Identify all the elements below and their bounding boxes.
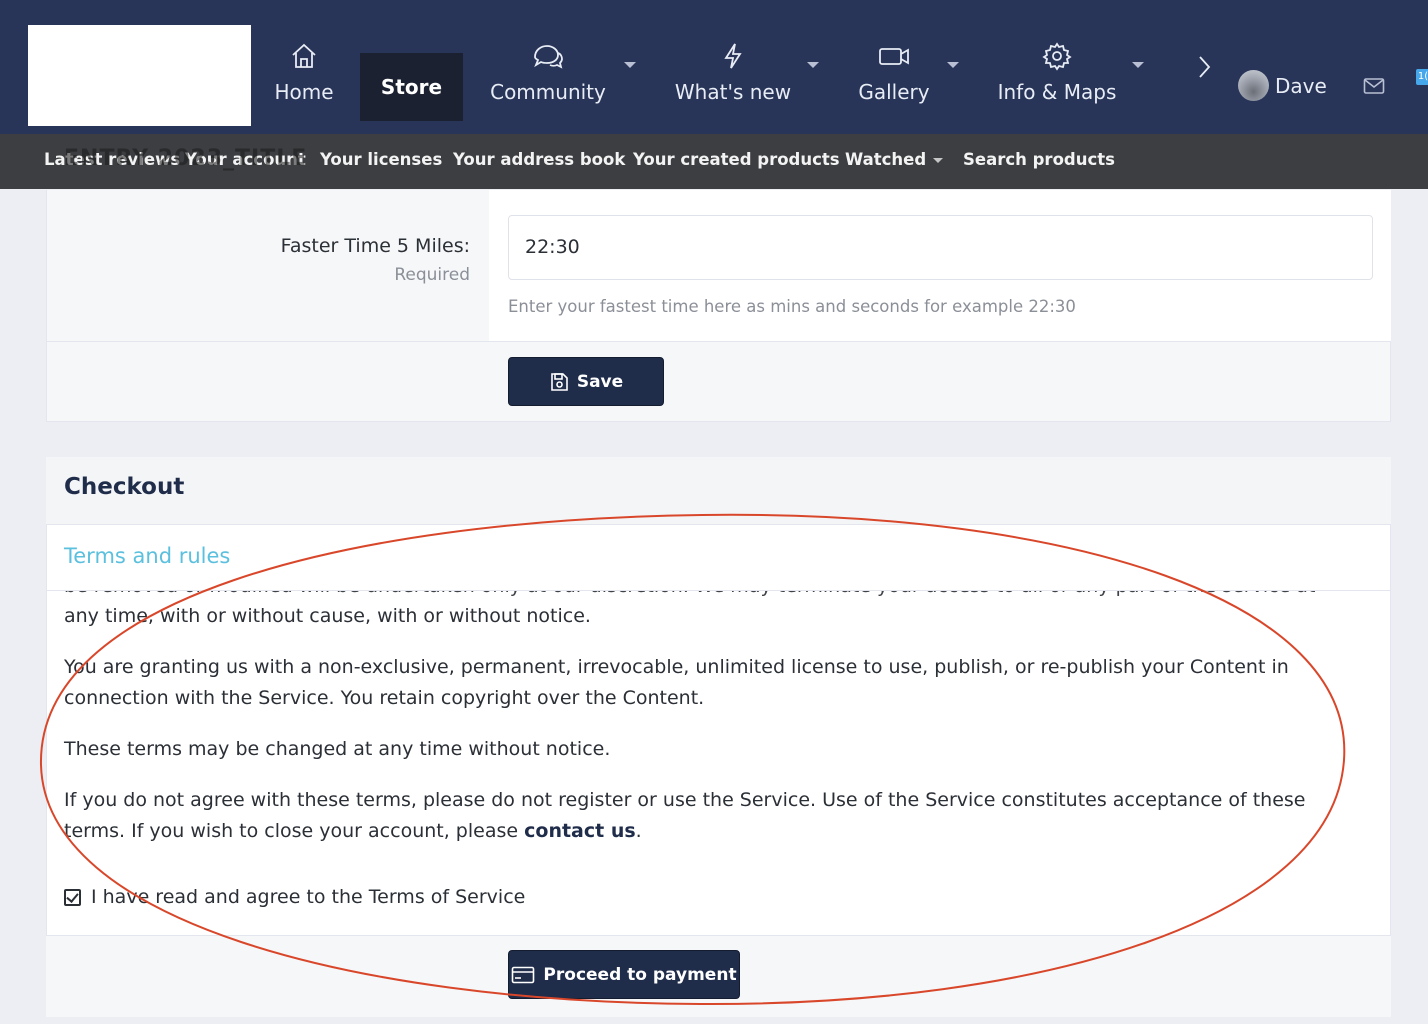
- save-button-label: Save: [576, 371, 624, 392]
- nav-home[interactable]: Home: [268, 25, 340, 121]
- home-icon: [292, 43, 316, 68]
- chevron-right-icon[interactable]: [1192, 52, 1216, 82]
- save-icon: [551, 372, 568, 391]
- nav-gallery-label: Gallery: [858, 80, 930, 104]
- nav-info-maps[interactable]: Info & Maps: [993, 25, 1121, 121]
- contact-us-link[interactable]: contact us: [524, 820, 636, 842]
- nav-community-label: Community: [490, 80, 606, 104]
- avatar: [1238, 70, 1269, 101]
- community-dropdown-caret-icon[interactable]: [624, 62, 636, 68]
- mail-icon[interactable]: [1363, 77, 1385, 95]
- nav-whats-new[interactable]: What's new: [670, 25, 796, 121]
- proceed-to-payment-label: Proceed to payment: [543, 964, 737, 985]
- subnav-your-created-products[interactable]: Your created products: [633, 150, 840, 169]
- gallery-dropdown-caret-icon[interactable]: [947, 62, 959, 68]
- site-logo[interactable]: [28, 25, 251, 126]
- agree-terms-label: I have read and agree to the Terms of Se…: [91, 886, 526, 908]
- top-navigation-bar: Home Store Community What's new Gallery …: [0, 0, 1428, 134]
- nav-gallery[interactable]: Gallery: [853, 25, 935, 121]
- nav-store[interactable]: Store: [360, 53, 463, 121]
- save-button[interactable]: Save: [508, 357, 664, 406]
- subnav-your-address-book[interactable]: Your address book: [453, 150, 625, 169]
- user-menu[interactable]: Dave: [1238, 70, 1327, 101]
- credit-card-icon: [512, 966, 535, 983]
- proceed-to-payment-button[interactable]: Proceed to payment: [508, 950, 740, 999]
- terms-paragraph-3: These terms may be changed at any time w…: [64, 738, 611, 760]
- field-label: Faster Time 5 Miles:: [280, 235, 470, 257]
- subnav-your-licenses[interactable]: Your licenses: [320, 150, 442, 169]
- obscured-page-title: ENTRY 2023_TITLE: [64, 146, 308, 171]
- chat-bubbles-icon: [534, 45, 563, 69]
- terms-paragraph-4: If you do not agree with these terms, pl…: [64, 785, 1344, 847]
- agree-terms-row[interactable]: I have read and agree to the Terms of Se…: [64, 886, 525, 908]
- lightning-icon: [724, 43, 742, 69]
- nav-community[interactable]: Community: [483, 25, 613, 121]
- subnav-search-products[interactable]: Search products: [963, 150, 1115, 169]
- fastest-time-input[interactable]: 22:30: [508, 215, 1373, 280]
- field-hint: Enter your fastest time here as mins and…: [508, 297, 1076, 316]
- checkout-title: Checkout: [64, 474, 185, 500]
- whats-new-dropdown-caret-icon[interactable]: [807, 62, 819, 68]
- required-note: Required: [394, 265, 470, 285]
- agree-terms-checkbox[interactable]: [64, 888, 81, 906]
- info-maps-dropdown-caret-icon[interactable]: [1132, 62, 1144, 68]
- watched-dropdown-caret-icon[interactable]: [933, 158, 943, 163]
- terms-paragraph-4-text: If you do not agree with these terms, pl…: [64, 789, 1306, 842]
- username: Dave: [1275, 73, 1327, 98]
- divider: [46, 341, 1391, 342]
- nav-store-label: Store: [380, 75, 443, 99]
- terms-paragraph-2: You are granting us with a non-exclusive…: [64, 656, 1289, 709]
- divider: [46, 590, 1391, 591]
- alert-count-badge[interactable]: 1(: [1416, 69, 1428, 85]
- nav-whats-new-label: What's new: [674, 80, 792, 104]
- terms-paragraph-4-end: .: [635, 820, 642, 842]
- video-camera-icon: [879, 48, 909, 65]
- checkout-header: [46, 457, 1391, 525]
- nav-home-label: Home: [274, 80, 334, 104]
- gear-icon: [1042, 42, 1072, 71]
- terms-paragraph-1: any time, with or without cause, with or…: [64, 605, 591, 627]
- nav-info-maps-label: Info & Maps: [997, 80, 1117, 104]
- terms-and-rules-link[interactable]: Terms and rules: [64, 544, 230, 568]
- subnav-watched[interactable]: Watched: [845, 150, 926, 169]
